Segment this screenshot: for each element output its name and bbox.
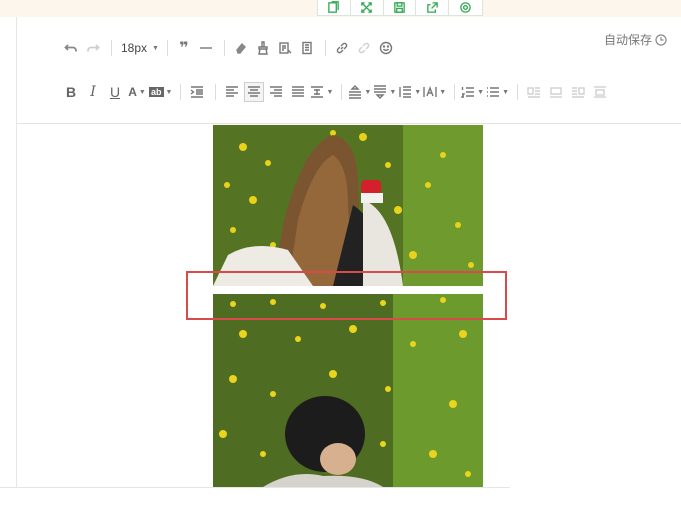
undo-icon[interactable] [61, 38, 81, 58]
autosave-label: 自动保存 [603, 33, 652, 47]
italic-button[interactable]: I [83, 82, 103, 102]
font-size-value: 18px [121, 41, 148, 55]
chevron-down-icon: ▼ [326, 88, 334, 96]
chevron-down-icon: ▼ [439, 88, 447, 96]
chevron-down-icon: ▼ [477, 88, 485, 96]
background-color-label: ab [149, 87, 164, 97]
editor-bottom-border [0, 487, 510, 488]
blockquote-icon[interactable]: ❞ [174, 38, 194, 58]
export-icon[interactable] [416, 0, 450, 15]
toolbar-separator [454, 84, 456, 100]
paragraph-before-button[interactable]: ▼ [348, 82, 371, 102]
font-color-label: A [128, 85, 137, 99]
chevron-down-icon: ▼ [138, 88, 146, 96]
toolbar-separator [324, 40, 326, 56]
girl-flowers-picture [213, 125, 483, 286]
editor-toolbar: 自动保存 18px ▼ ❞ B I U A ▼ ab ▼ ▼ ▼ ▼ ▼ ▼ ▼… [17, 17, 681, 124]
underline-button[interactable]: U [105, 82, 125, 102]
chevron-down-icon: ▼ [502, 88, 510, 96]
chevron-down-icon: ▼ [389, 88, 397, 96]
paste-text-icon[interactable] [275, 38, 295, 58]
toolbar-separator [517, 84, 519, 100]
floating-action-bar [317, 0, 483, 16]
format-brush-icon[interactable] [253, 38, 273, 58]
align-left-icon[interactable] [222, 82, 242, 102]
toolbar-separator [341, 84, 343, 100]
emoji-icon[interactable] [376, 38, 396, 58]
background-color-button[interactable]: ab ▼ [149, 82, 172, 102]
toolbar-separator [111, 40, 112, 56]
toolbar-row-1: 18px ▼ ❞ [61, 38, 398, 58]
unordered-list-button[interactable]: ▼ [486, 82, 509, 102]
image-float-left-icon[interactable] [524, 82, 544, 102]
font-color-button[interactable]: A ▼ [127, 82, 147, 102]
image-center-icon[interactable] [590, 82, 610, 102]
settings-icon[interactable] [449, 0, 482, 15]
align-center-icon[interactable] [244, 82, 265, 102]
align-justify-icon[interactable] [288, 82, 308, 102]
paragraph-spacing-button[interactable]: ▼ [398, 82, 421, 102]
toolbar-separator [166, 40, 168, 56]
boy-flowers-picture [213, 294, 483, 487]
line-spacing-button[interactable]: ▼ [310, 82, 333, 102]
editor-page: 自动保存 18px ▼ ❞ B I U A ▼ ab ▼ ▼ ▼ ▼ ▼ ▼ ▼… [0, 0, 681, 512]
template-icon[interactable] [297, 38, 317, 58]
chevron-down-icon: ▼ [414, 88, 422, 96]
toolbar-separator [180, 84, 182, 100]
image-float-right-icon[interactable] [568, 82, 588, 102]
chevron-down-icon: ▼ [152, 44, 159, 52]
gap-highlight-box [186, 271, 507, 320]
toolbar-separator [215, 84, 217, 100]
toolbar-row-2: B I U A ▼ ab ▼ ▼ ▼ ▼ ▼ ▼ ▼ ▼ [61, 82, 612, 102]
bold-button[interactable]: B [61, 82, 81, 102]
toolbar-separator [223, 40, 225, 56]
ordered-list-button[interactable]: ▼ [461, 82, 484, 102]
font-size-select[interactable]: 18px ▼ [118, 38, 159, 58]
autosave-indicator: 自动保存 [604, 31, 667, 48]
chevron-down-icon: ▼ [165, 88, 173, 96]
copy-icon[interactable] [318, 0, 351, 15]
indent-icon[interactable] [187, 82, 207, 102]
redo-icon[interactable] [83, 38, 103, 58]
unlink-icon[interactable] [354, 38, 374, 58]
content-image-girl-in-flowers[interactable] [213, 125, 483, 286]
letter-spacing-button[interactable]: ▼ [423, 82, 446, 102]
paragraph-after-button[interactable]: ▼ [373, 82, 396, 102]
content-image-boy-in-flowers[interactable] [213, 294, 483, 487]
save-icon[interactable] [384, 0, 417, 15]
chevron-down-icon: ▼ [364, 88, 372, 96]
clear-format-icon[interactable] [231, 38, 251, 58]
horizontal-rule-icon[interactable] [196, 38, 216, 58]
image-float-none-icon[interactable] [546, 82, 566, 102]
fullscreen-icon[interactable] [351, 0, 384, 15]
clock-icon [655, 33, 667, 46]
align-right-icon[interactable] [266, 82, 286, 102]
link-icon[interactable] [332, 38, 352, 58]
